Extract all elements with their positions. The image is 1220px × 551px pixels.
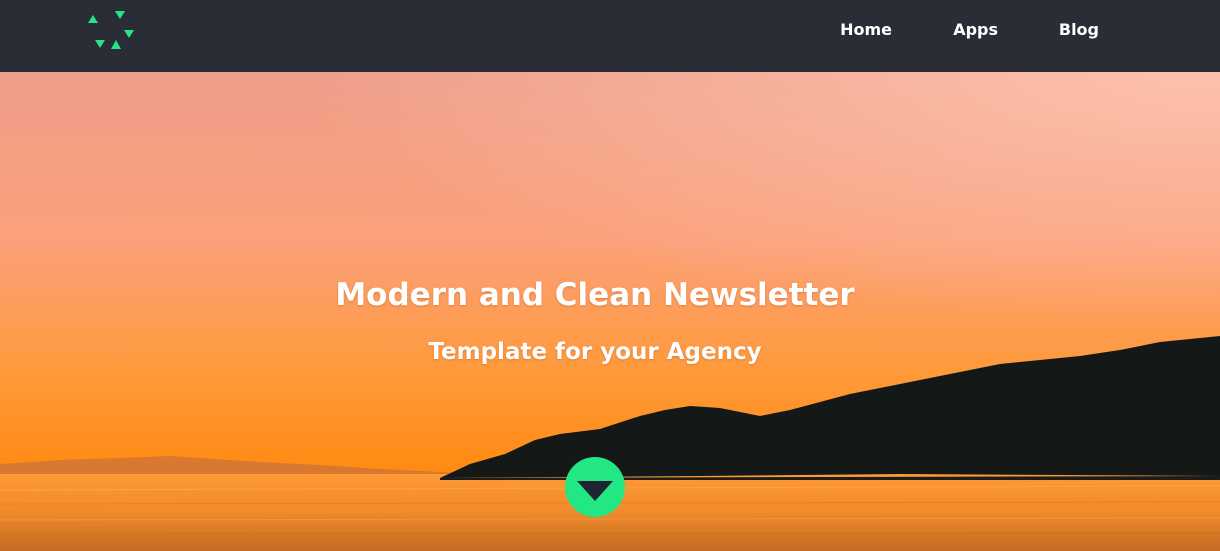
hero-subtitle: Template for your Agency <box>428 339 762 365</box>
nav-blog-link[interactable]: Blog <box>1059 20 1099 39</box>
hero-title: Modern and Clean Newsletter <box>335 277 855 313</box>
hero-section: Modern and Clean Newsletter Template for… <box>0 72 1220 551</box>
logo-icon[interactable] <box>86 8 134 52</box>
arrow-down-icon <box>577 481 613 501</box>
page: Home Apps Blog Modern and Clean Newslett… <box>0 0 1220 551</box>
nav-apps-link[interactable]: Apps <box>953 20 998 39</box>
scroll-down-button[interactable] <box>565 457 625 517</box>
nav-home-link[interactable]: Home <box>840 20 892 39</box>
top-navbar: Home Apps Blog <box>0 0 1220 72</box>
